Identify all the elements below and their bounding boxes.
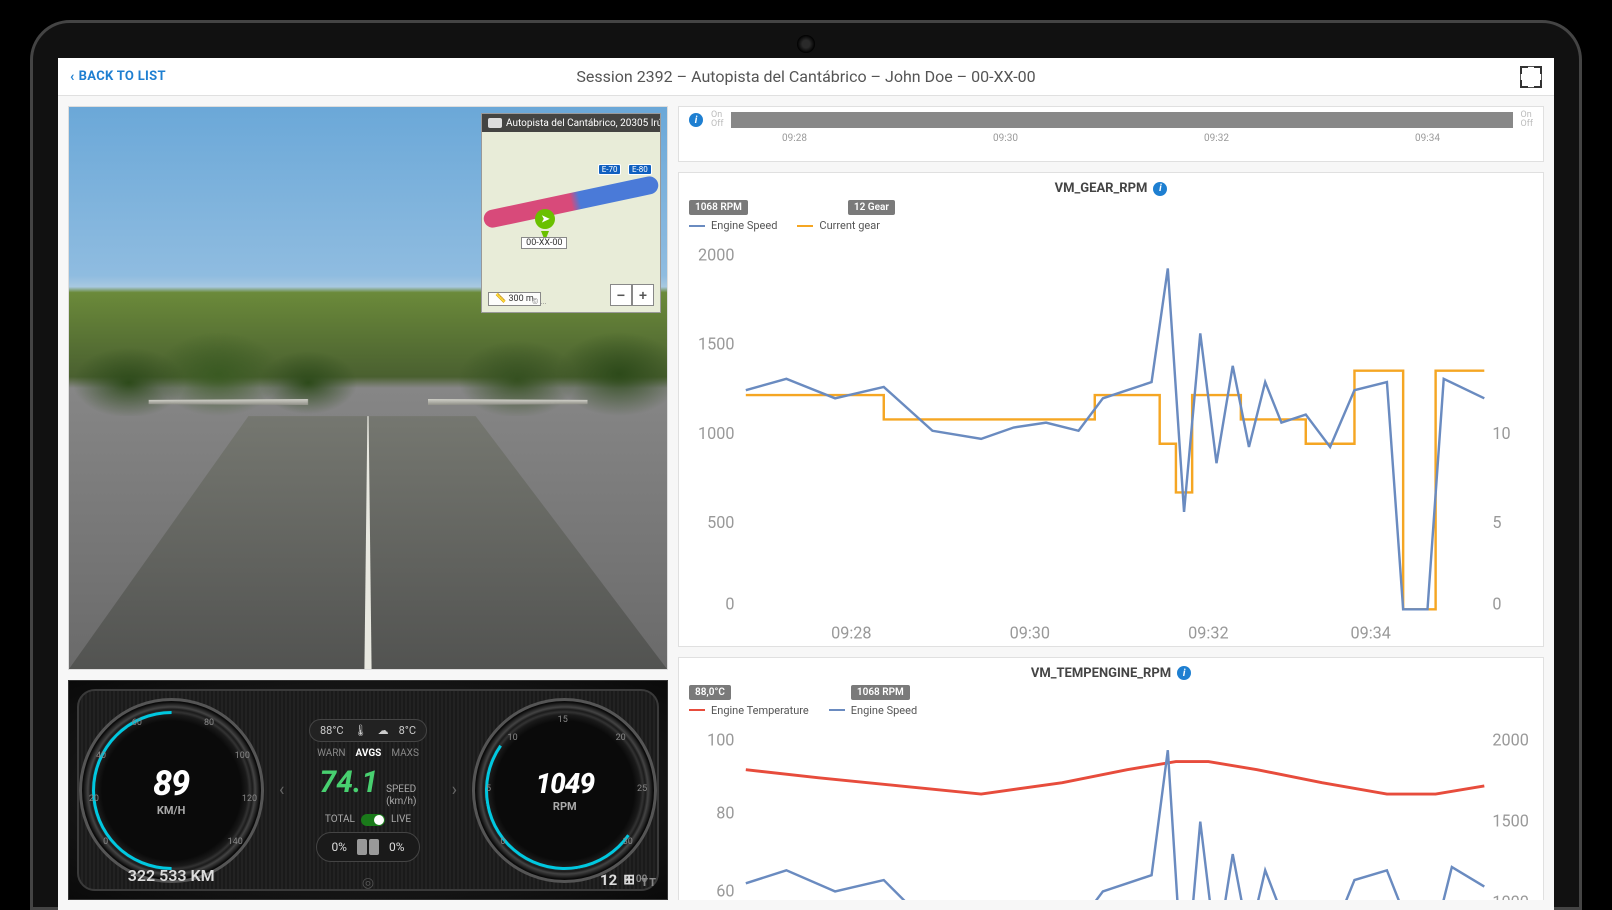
- legend-engine-speed[interactable]: Engine Speed: [689, 219, 777, 232]
- timeline-track[interactable]: [731, 112, 1512, 128]
- temp-rpm-chart[interactable]: 100 80 60 40 20 2000 1500 1000 500: [689, 721, 1533, 900]
- speed-value: 89: [153, 764, 189, 804]
- street-view-panel[interactable]: Autopista del Cantábrico, 20305 Irún (..…: [68, 106, 668, 670]
- pedal-icon: [357, 839, 379, 855]
- svg-text:80: 80: [716, 803, 734, 822]
- thermometer-icon: 🌡: [354, 724, 368, 737]
- svg-text:1500: 1500: [1492, 811, 1528, 830]
- vehicle-dashboard: ‹ › 0 20 40 60 80 100 120 140: [68, 680, 668, 900]
- rpm-value: 1049: [536, 767, 595, 800]
- brand-logo: TT: [641, 876, 657, 889]
- speed-unit: KM/H: [157, 804, 185, 817]
- svg-text:1000: 1000: [1492, 892, 1528, 900]
- back-to-list-link[interactable]: ‹ BACK TO LIST: [70, 69, 166, 85]
- info-icon[interactable]: i: [1177, 666, 1191, 680]
- rpm-badge: 1068 RPM: [689, 200, 748, 215]
- svg-text:10: 10: [1492, 424, 1510, 443]
- gearbox-icon: ⊞: [623, 872, 633, 888]
- map-address-bar: Autopista del Cantábrico, 20305 Irún (..…: [482, 114, 660, 132]
- road-sign-e70: E-70: [598, 164, 622, 175]
- gear-rpm-chart[interactable]: 2000 1500 1000 500 0 10 5 0 09:28 09:30 …: [689, 236, 1533, 642]
- info-icon[interactable]: i: [689, 113, 703, 127]
- map-zoom-out-button[interactable]: −: [610, 284, 632, 306]
- temp-badge: 88,0°C: [689, 685, 731, 700]
- svg-text:2000: 2000: [1492, 730, 1528, 749]
- truck-icon: [488, 118, 502, 128]
- svg-text:09:30: 09:30: [1010, 624, 1050, 642]
- map-route-line: [482, 175, 660, 230]
- svg-text:60: 60: [716, 881, 734, 900]
- session-title: Session 2392 – Autopista del Cantábrico …: [576, 67, 1035, 86]
- map-attribution: © ...: [532, 297, 547, 306]
- pedal-display: 0% 0%: [316, 832, 419, 862]
- info-icon[interactable]: i: [1153, 182, 1167, 196]
- fullscreen-button[interactable]: [1520, 66, 1542, 88]
- timeline-panel: i On Off On Off 09:28 09:30 09:32 09:34: [678, 106, 1544, 162]
- gear-display: 12 ⊞: [600, 871, 633, 889]
- gear-badge: 12 Gear: [848, 200, 895, 215]
- svg-text:100: 100: [707, 730, 734, 749]
- svg-text:1500: 1500: [698, 335, 734, 354]
- svg-text:1000: 1000: [698, 424, 734, 443]
- dashboard-next-button[interactable]: ›: [452, 780, 457, 801]
- temp-rpm-chart-card: VM_TEMPENGINE_RPM i 88,0°C 1068 RPM Engi…: [678, 657, 1544, 900]
- svg-text:2000: 2000: [698, 245, 734, 264]
- dashboard-prev-button[interactable]: ‹: [279, 780, 284, 801]
- chevron-left-icon: ‹: [70, 69, 75, 85]
- svg-text:5: 5: [1492, 513, 1501, 532]
- cloud-icon: ☁: [378, 724, 389, 737]
- back-label: BACK TO LIST: [79, 69, 166, 84]
- svg-text:09:28: 09:28: [831, 624, 871, 642]
- svg-text:500: 500: [707, 513, 734, 532]
- live-toggle[interactable]: [361, 814, 385, 826]
- legend-engine-temp[interactable]: Engine Temperature: [689, 704, 809, 717]
- chart-title: VM_TEMPENGINE_RPM: [1031, 666, 1171, 681]
- webcam: [797, 35, 815, 53]
- mode-selector[interactable]: WARN AVGS MAXS: [317, 748, 419, 759]
- svg-text:09:32: 09:32: [1188, 624, 1228, 642]
- odometer: 322 533 KM: [79, 866, 264, 885]
- app-header: ‹ BACK TO LIST Session 2392 – Autopista …: [58, 58, 1554, 96]
- road-sign-e80: E-80: [628, 164, 652, 175]
- mini-map[interactable]: Autopista del Cantábrico, 20305 Irún (..…: [481, 113, 661, 313]
- vehicle-marker-icon[interactable]: ➤: [535, 209, 555, 229]
- dashboard-center: 88°C 🌡 ☁ 8°C WARN AVGS MAXS 74.1 SPEED: [283, 719, 453, 862]
- chart-title: VM_GEAR_RPM: [1055, 181, 1148, 196]
- avg-speed-value: 74.1: [320, 765, 379, 800]
- svg-text:0: 0: [725, 594, 734, 613]
- map-zoom-in-button[interactable]: +: [632, 284, 654, 306]
- legend-engine-speed[interactable]: Engine Speed: [829, 704, 917, 717]
- speed-gauge: 0 20 40 60 80 100 120 140 89 KM/H 322 53…: [79, 698, 264, 883]
- main-content: Autopista del Cantábrico, 20305 Irún (..…: [58, 96, 1554, 910]
- legend-current-gear[interactable]: Current gear: [797, 219, 880, 232]
- rpm-badge: 1068 RPM: [851, 685, 910, 700]
- svg-text:0: 0: [1492, 594, 1501, 613]
- gear-rpm-chart-card: VM_GEAR_RPM i 1068 RPM 12 Gear Engine Sp…: [678, 172, 1544, 647]
- cruise-icon: ◎: [362, 875, 374, 891]
- rpm-unit: RPM: [553, 800, 577, 813]
- vehicle-plate-label: 00-XX-00: [521, 237, 567, 249]
- rpm-gauge: 0 5 10 15 20 25 30 1049 RPM x100: [472, 698, 657, 883]
- temperature-display: 88°C 🌡 ☁ 8°C: [309, 719, 427, 742]
- svg-text:09:34: 09:34: [1350, 624, 1390, 642]
